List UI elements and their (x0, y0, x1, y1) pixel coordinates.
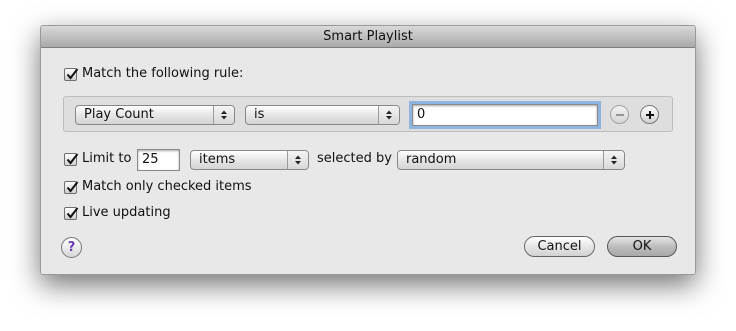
live-updating-checkbox[interactable] (64, 207, 79, 220)
limit-unit-value: items (199, 152, 236, 167)
help-button[interactable]: ? (61, 237, 82, 258)
smart-playlist-dialog: Smart Playlist Match the following rule:… (40, 25, 696, 275)
add-rule-button[interactable] (640, 105, 659, 124)
match-checked-label: Match only checked items (82, 179, 252, 194)
window-title: Smart Playlist (41, 26, 695, 48)
rule-field-popup[interactable]: Play Count (75, 105, 235, 125)
rule-operator-popup[interactable]: is (245, 105, 400, 125)
remove-rule-button[interactable] (610, 105, 629, 124)
popup-arrows-icon (378, 106, 399, 124)
popup-arrows-icon (603, 151, 624, 169)
rule-value-input[interactable]: 0 (409, 101, 601, 129)
ok-button[interactable]: OK (607, 236, 677, 257)
checkmark-icon (66, 207, 79, 219)
limit-label: Limit to (82, 151, 132, 166)
popup-arrows-icon (213, 106, 234, 124)
minus-icon (616, 114, 624, 116)
plus-icon (646, 111, 654, 119)
rule-operator-value: is (254, 107, 265, 122)
match-rule-checkbox[interactable] (64, 68, 79, 81)
checkmark-icon (66, 153, 79, 165)
rule-row: Play Count is 0 (63, 96, 673, 132)
rule-field-value: Play Count (84, 107, 154, 122)
checkmark-icon (66, 181, 79, 193)
selected-by-value: random (406, 152, 457, 167)
match-checked-checkbox[interactable] (64, 181, 79, 194)
cancel-button[interactable]: Cancel (524, 236, 595, 257)
limit-unit-popup[interactable]: items (190, 150, 309, 170)
live-updating-label: Live updating (82, 205, 171, 220)
checkmark-icon (66, 68, 79, 80)
selected-by-label: selected by (317, 151, 392, 166)
selected-by-popup[interactable]: random (397, 150, 625, 170)
match-rule-label: Match the following rule: (82, 66, 244, 81)
limit-checkbox[interactable] (64, 153, 79, 166)
limit-count-input[interactable]: 25 (137, 149, 180, 171)
popup-arrows-icon (287, 151, 308, 169)
